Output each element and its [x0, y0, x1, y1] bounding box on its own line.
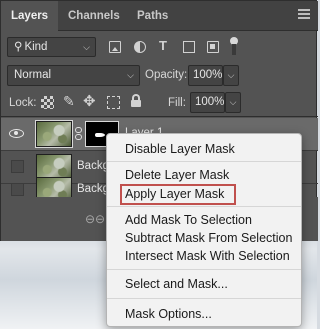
opacity-dropdown-button[interactable]: ⌵ [223, 65, 239, 86]
layer-mask-context-menu: Disable Layer Mask Delete Layer Mask App… [106, 133, 302, 327]
filter-smart-objects-icon[interactable] [207, 41, 219, 53]
lock-all-icon[interactable] [131, 94, 141, 107]
tab-layers[interactable]: Layers [1, 1, 58, 32]
fill-field[interactable]: 100% [190, 92, 225, 113]
menu-item-select-and-mask[interactable]: Select and Mask... [125, 277, 228, 291]
menu-item-mask-options[interactable]: Mask Options... [125, 307, 212, 321]
blend-mode-select[interactable]: Normal ⌵ [7, 65, 140, 86]
opacity-field[interactable]: 100% [188, 65, 223, 86]
lock-position-icon[interactable]: ✥ [83, 92, 96, 110]
visibility-toggle[interactable] [11, 183, 24, 196]
filter-row: ⚲ Kind ⌵ T [1, 32, 318, 62]
menu-item-apply-layer-mask[interactable]: Apply Layer Mask [125, 187, 224, 201]
lock-transparent-pixels-icon[interactable] [41, 96, 54, 109]
lock-image-pixels-icon[interactable]: ✎ [63, 93, 75, 110]
tab-channels[interactable]: Channels [58, 1, 127, 31]
panel-menu-icon[interactable] [298, 9, 310, 19]
filter-pixel-layers-icon[interactable] [109, 41, 121, 53]
filter-toggle-switch[interactable] [230, 37, 238, 55]
menu-item-add-mask-to-selection[interactable]: Add Mask To Selection [125, 213, 252, 227]
filter-type-layers-icon[interactable]: T [159, 38, 167, 53]
menu-separator [107, 206, 301, 207]
menu-item-intersect-mask-with-selection[interactable]: Intersect Mask With Selection [125, 249, 290, 263]
fill-dropdown-button[interactable]: ⌵ [225, 92, 241, 113]
menu-separator [107, 161, 301, 162]
blend-row: Normal ⌵ Opacity: 100% ⌵ [1, 62, 318, 89]
link-layers-icon[interactable]: ⊖⊖ [85, 212, 105, 226]
blend-mode-value: Normal [14, 69, 52, 81]
layer-name[interactable]: Backg [77, 183, 109, 195]
lock-row: Lock: ✎ ✥ Fill: 100% ⌵ [1, 89, 318, 117]
filter-kind-label: Kind [24, 41, 48, 53]
layer-thumbnail[interactable] [35, 120, 73, 148]
visibility-toggle[interactable] [11, 160, 24, 173]
opacity-label: Opacity: [145, 69, 188, 81]
menu-item-delete-layer-mask[interactable]: Delete Layer Mask [125, 168, 229, 182]
menu-item-disable-layer-mask[interactable]: Disable Layer Mask [125, 142, 235, 156]
tab-paths[interactable]: Paths [127, 1, 171, 31]
eye-icon[interactable] [9, 129, 24, 138]
search-icon: ⚲ [14, 41, 23, 53]
menu-separator [107, 298, 301, 299]
panel-tab-bar: Layers Channels Paths [1, 1, 318, 32]
menu-item-subtract-mask-from-selection[interactable]: Subtract Mask From Selection [125, 231, 292, 245]
fill-label: Fill: [168, 97, 186, 109]
menu-separator [107, 269, 301, 270]
lock-label: Lock: [9, 97, 37, 109]
chevron-down-icon: ⌵ [127, 70, 134, 80]
filter-adjustment-layers-icon[interactable] [134, 41, 146, 53]
lock-artboard-icon[interactable] [107, 96, 120, 109]
mask-link-icon[interactable] [75, 127, 82, 141]
filter-shape-layers-icon[interactable] [183, 41, 195, 53]
filter-kind-select[interactable]: ⚲ Kind ⌵ [7, 37, 96, 57]
chevron-down-icon: ⌵ [83, 42, 90, 52]
layer-name[interactable]: Backg [77, 160, 109, 172]
